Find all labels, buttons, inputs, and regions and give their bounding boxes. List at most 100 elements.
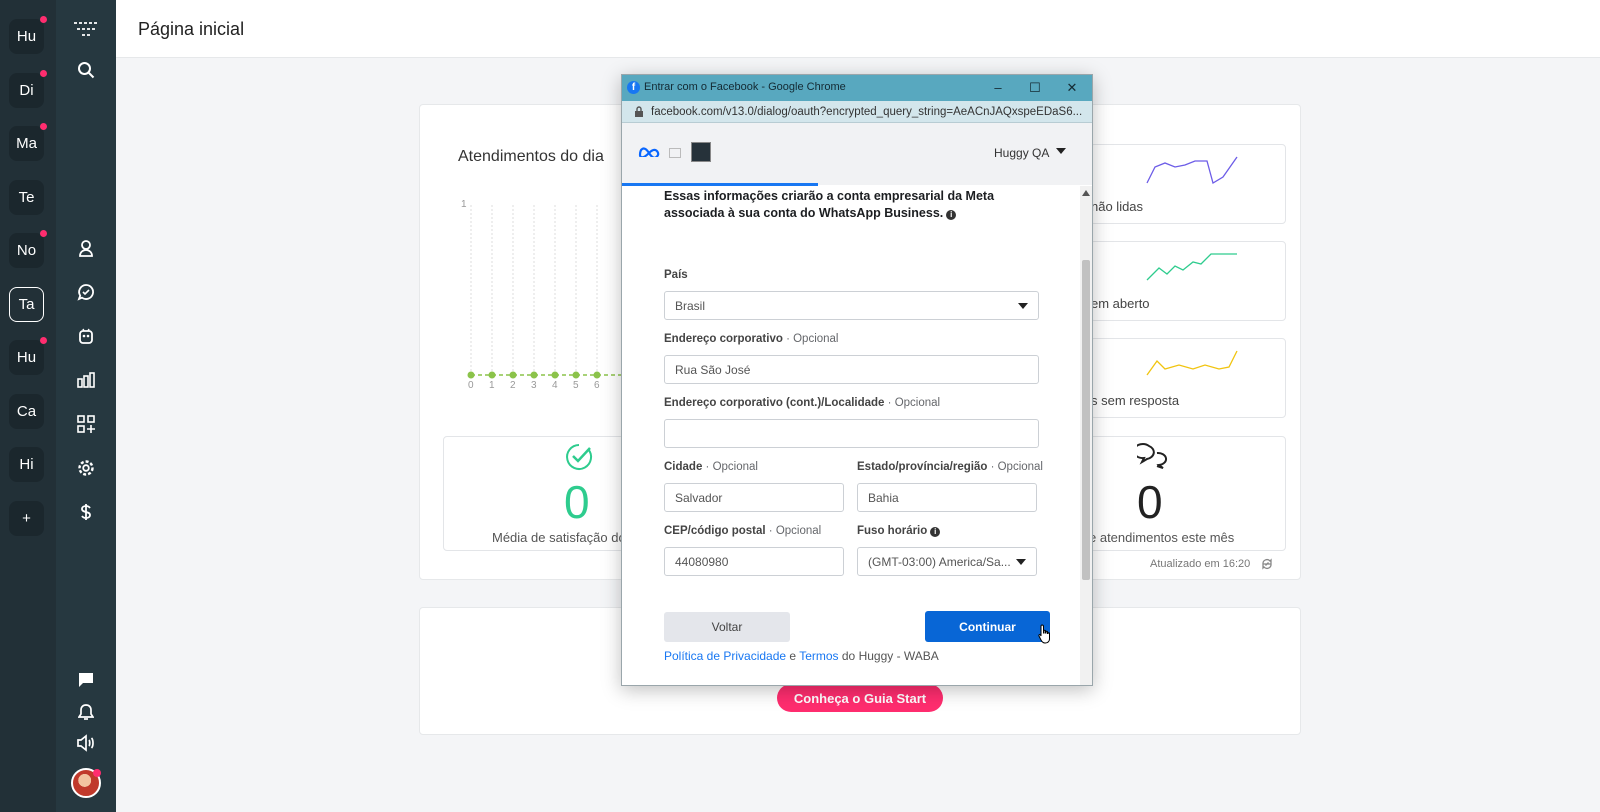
chat-icon[interactable]: [72, 278, 100, 306]
unread-sparkline: [1146, 156, 1238, 184]
chart-title: Atendimentos do dia: [458, 148, 604, 165]
reports-icon[interactable]: [72, 366, 100, 394]
scroll-thumb[interactable]: [1082, 260, 1090, 580]
zip-label: CEP/código postal · Opcional: [664, 525, 821, 537]
chevron-down-icon[interactable]: [1056, 147, 1066, 155]
continue-button[interactable]: Continuar: [925, 611, 1050, 642]
billing-icon[interactable]: [72, 498, 100, 526]
dialog-header: Huggy QA: [622, 123, 1092, 185]
guide-start-button[interactable]: Conheça o Guia Start: [777, 684, 943, 712]
minimize-icon[interactable]: –: [989, 79, 1007, 97]
contacts-icon[interactable]: [72, 234, 100, 262]
no-reply-card: s sem resposta: [1090, 338, 1286, 418]
address2-optional: · Opcional: [887, 397, 941, 409]
info-icon[interactable]: i: [946, 210, 957, 220]
country-select[interactable]: Brasil: [664, 291, 1039, 320]
hand-cursor-icon: [1038, 624, 1050, 644]
navigation-rail: [56, 0, 116, 812]
apps-icon[interactable]: [72, 410, 100, 438]
terms-link[interactable]: Termos: [799, 649, 838, 663]
connection-icon: [669, 148, 681, 158]
intro-copy: Essas informações criarão a conta empres…: [664, 189, 995, 220]
footer-suffix: do Huggy - WABA: [838, 649, 939, 663]
address-label: Endereço corporativo · Opcional: [664, 333, 839, 345]
workspace-item[interactable]: Te: [9, 179, 44, 215]
x-tick-label: 5: [573, 380, 579, 391]
footer-and: e: [786, 649, 800, 663]
state-value: Bahia: [868, 490, 899, 505]
bot-icon[interactable]: [72, 322, 100, 350]
privacy-policy-link[interactable]: Política de Privacidade: [664, 649, 786, 663]
x-tick-label: 1: [489, 380, 495, 391]
refresh-icon[interactable]: [1260, 557, 1274, 571]
window-title-bar: f Entrar com o Facebook - Google Chrome …: [622, 75, 1092, 101]
satisfaction-card: 0 Média de satisfação do: [443, 436, 645, 551]
sound-icon[interactable]: [72, 729, 100, 757]
workspace-item[interactable]: Hu: [9, 337, 47, 375]
page-title: Página inicial: [138, 19, 245, 39]
country-label: País: [664, 269, 688, 281]
workspace-item[interactable]: Ma: [9, 123, 47, 161]
x-tick-label: 3: [531, 380, 537, 391]
address2-label: Endereço corporativo (cont.)/Localidade …: [664, 397, 940, 409]
notification-dot: [40, 123, 47, 130]
updated-text: Atualizado em 16:20: [1150, 558, 1272, 570]
avatar-status-dot: [93, 769, 101, 777]
app-logo: [691, 142, 711, 162]
monthly-attendance-value: 0: [1137, 476, 1163, 528]
settings-icon[interactable]: [72, 454, 100, 482]
address-optional: · Opcional: [786, 333, 839, 345]
scrollbar[interactable]: [1080, 186, 1092, 685]
data-point: [509, 371, 517, 379]
timezone-value: (GMT-03:00) America/Sa...: [868, 554, 1011, 569]
messages-icon[interactable]: [72, 666, 100, 694]
close-icon[interactable]: ✕: [1063, 79, 1081, 97]
timezone-select[interactable]: (GMT-03:00) America/Sa...: [857, 547, 1037, 576]
workspace-label: +: [22, 509, 31, 527]
address-field[interactable]: Rua São José: [664, 355, 1039, 384]
zip-field[interactable]: 44080980: [664, 547, 844, 576]
address-label-text: Endereço corporativo: [664, 333, 783, 345]
facebook-icon: f: [627, 81, 640, 94]
open-sparkline: [1146, 253, 1237, 281]
notification-dot: [40, 230, 47, 237]
account-name[interactable]: Huggy QA: [994, 146, 1049, 160]
workspace-item[interactable]: No: [9, 230, 47, 268]
zip-value: 44080980: [675, 554, 729, 569]
user-avatar[interactable]: [71, 768, 101, 798]
address2-label-text: Endereço corporativo (cont.)/Localidade: [664, 397, 885, 409]
back-button[interactable]: Voltar: [664, 612, 790, 642]
workspace-item[interactable]: Hu: [9, 16, 47, 54]
workspace-add-button[interactable]: +: [9, 500, 44, 536]
x-tick-label: 6: [594, 380, 600, 391]
scroll-up-icon[interactable]: [1082, 190, 1090, 196]
timezone-label: Fuso horário i: [857, 525, 941, 537]
notification-dot: [40, 69, 47, 77]
no-reply-sparkline: [1146, 350, 1238, 376]
city-field[interactable]: Salvador: [664, 483, 844, 512]
unread-label: não lidas: [1091, 199, 1144, 214]
address-value: Rua São José: [675, 362, 751, 377]
state-label: Estado/província/região · Opcional: [857, 461, 1043, 473]
workspace-label: Di: [19, 81, 34, 99]
lock-icon: [635, 106, 643, 117]
address2-field[interactable]: [664, 419, 1039, 448]
data-point: [467, 371, 475, 379]
notifications-icon[interactable]: [72, 698, 100, 726]
workspace-item[interactable]: Ca: [9, 393, 44, 429]
no-reply-label: s sem resposta: [1091, 393, 1180, 408]
info-icon[interactable]: i: [930, 527, 941, 537]
open-label: em aberto: [1091, 296, 1150, 311]
data-point: [530, 371, 538, 379]
workspace-item[interactable]: Hi: [9, 447, 44, 482]
data-point: [572, 371, 580, 379]
workspace-item[interactable]: Di: [9, 69, 47, 108]
search-icon[interactable]: [72, 56, 100, 84]
maximize-icon[interactable]: ☐: [1026, 79, 1044, 97]
menu-icon[interactable]: [72, 15, 100, 43]
address-bar[interactable]: facebook.com/v13.0/dialog/oauth?encrypte…: [622, 101, 1092, 123]
workspace-item[interactable]: Ta: [9, 286, 44, 322]
state-field[interactable]: Bahia: [857, 483, 1037, 512]
meta-logo-icon: [638, 147, 660, 157]
workspace-label: Ta: [18, 295, 35, 313]
